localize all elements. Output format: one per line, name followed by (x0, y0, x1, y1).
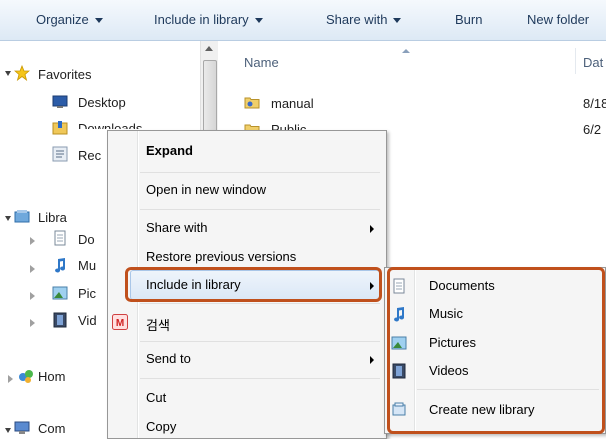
burn-button[interactable]: Burn (455, 12, 482, 27)
menu-separator (140, 172, 380, 173)
submenu-arrow-icon (370, 225, 374, 233)
homegroup-icon (19, 370, 33, 383)
highlight-include-in-library (125, 267, 382, 302)
include-in-library-label: Include in library (154, 12, 249, 27)
submenu-arrow-icon (370, 356, 374, 364)
chevron-down-icon (393, 18, 402, 24)
share-with-button[interactable]: Share with (326, 12, 402, 27)
file-row-date: 8/18 (583, 96, 606, 111)
menu-separator (140, 378, 380, 379)
sort-ascending-icon (402, 49, 410, 53)
file-row-name[interactable]: manual (271, 96, 314, 111)
videos-icon (53, 312, 67, 328)
nav-documents[interactable]: Do (78, 232, 95, 247)
highlight-submenu (387, 267, 605, 434)
burn-label: Burn (455, 12, 483, 27)
chevron-down-icon (254, 18, 263, 24)
menu-copy[interactable]: Copy (146, 419, 176, 434)
pictures-icon (52, 286, 68, 300)
nav-downloads[interactable]: Downloads (78, 121, 142, 129)
scroll-up-icon[interactable] (205, 46, 213, 51)
menu-share-with[interactable]: Share with (146, 220, 207, 235)
expand-arrow-icon[interactable] (5, 71, 11, 76)
music-icon (55, 258, 66, 273)
nav-libraries[interactable]: Libra (38, 210, 67, 225)
column-header-date[interactable]: Dat (583, 55, 603, 70)
svg-text:M: M (116, 318, 124, 329)
menu-expand[interactable]: Expand (146, 143, 193, 158)
menu-separator (140, 341, 380, 342)
new-folder-button[interactable]: New folder (527, 12, 589, 27)
menu-cut[interactable]: Cut (146, 390, 166, 405)
chevron-down-icon (94, 18, 103, 24)
expand-arrow-icon[interactable] (30, 265, 35, 273)
nav-recent-places[interactable]: Rec (78, 148, 101, 163)
search-app-icon: M (112, 314, 128, 330)
folder-icon (244, 97, 260, 109)
downloads-icon (52, 121, 68, 135)
column-header-name[interactable]: Name (244, 55, 279, 70)
file-row-name[interactable]: Public (271, 122, 306, 130)
command-bar: Organize Include in library Share with B… (0, 0, 606, 41)
new-folder-label: New folder (527, 12, 590, 27)
organize-label: Organize (36, 12, 89, 27)
share-with-label: Share with (326, 12, 388, 27)
desktop-icon (52, 95, 68, 108)
nav-favorites[interactable]: Favorites (38, 67, 91, 82)
documents-icon (54, 230, 66, 246)
menu-restore-previous-versions[interactable]: Restore previous versions (146, 249, 296, 264)
libraries-icon (14, 210, 30, 223)
nav-homegroup[interactable]: Hom (38, 369, 65, 384)
include-in-library-button[interactable]: Include in library (154, 12, 263, 27)
expand-arrow-icon[interactable] (5, 216, 11, 221)
nav-desktop[interactable]: Desktop (78, 95, 126, 110)
recent-places-icon (52, 146, 68, 162)
star-icon (14, 65, 30, 81)
expand-arrow-icon[interactable] (5, 428, 11, 433)
menu-send-to[interactable]: Send to (146, 351, 191, 366)
organize-button[interactable]: Organize (36, 12, 103, 27)
expand-arrow-icon[interactable] (30, 292, 35, 300)
file-row-date: 6/2 (583, 122, 602, 137)
menu-separator (140, 209, 380, 210)
expand-arrow-icon[interactable] (30, 237, 35, 245)
menu-separator (140, 303, 380, 304)
menu-open-new-window[interactable]: Open in new window (146, 182, 266, 197)
nav-music[interactable]: Mu (78, 258, 96, 273)
expand-arrow-icon[interactable] (30, 319, 35, 327)
column-divider[interactable] (575, 48, 576, 74)
menu-search-kr[interactable]: 검색 (146, 315, 170, 334)
nav-computer[interactable]: Com (38, 421, 65, 436)
nav-videos[interactable]: Vid (78, 313, 97, 328)
nav-pictures[interactable]: Pic (78, 286, 96, 301)
expand-arrow-icon[interactable] (8, 375, 13, 383)
computer-icon (14, 421, 30, 434)
